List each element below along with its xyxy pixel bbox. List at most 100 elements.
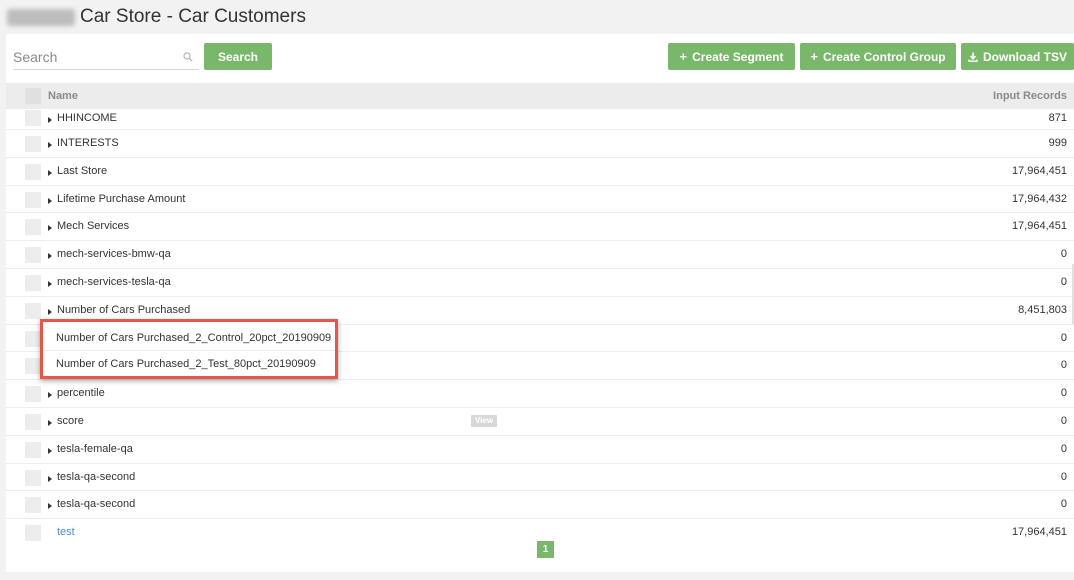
row-name: percentile — [57, 387, 105, 400]
create-control-group-button[interactable]: + Create Control Group — [800, 43, 956, 70]
row-name: score — [57, 414, 84, 427]
download-tsv-button[interactable]: Download TSV — [961, 43, 1074, 70]
caret-right-icon[interactable] — [48, 253, 52, 260]
row-checkbox[interactable] — [25, 441, 41, 458]
row-checkbox[interactable] — [25, 525, 41, 542]
view-badge[interactable]: View — [471, 414, 497, 427]
table-row[interactable]: mech-services-bmw-qa 0 — [6, 241, 1074, 269]
row-input-records: 0 — [1060, 359, 1067, 372]
row-name: tesla-qa-second — [57, 498, 136, 511]
row-input-records: 17,964,451 — [1011, 164, 1067, 177]
row-checkbox[interactable] — [25, 163, 41, 180]
table-row[interactable]: tesla-qa-second 0 — [6, 491, 1074, 520]
plus-icon: + — [679, 49, 688, 64]
table-header: Name Input Records — [6, 83, 1074, 109]
row-input-records: 999 — [1048, 137, 1067, 149]
row-input-records: 0 — [1060, 248, 1067, 261]
row-checkbox[interactable] — [25, 302, 41, 319]
caret-right-icon[interactable] — [48, 117, 52, 123]
caret-right-icon[interactable] — [48, 225, 52, 232]
highlight-callout: Number of Cars Purchased_2_Control_20pct… — [40, 319, 338, 379]
row-name: Number of Cars Purchased — [57, 303, 191, 316]
row-input-records: 0 — [1060, 414, 1067, 427]
caret-right-icon[interactable] — [48, 419, 52, 426]
row-input-records: 0 — [1060, 442, 1067, 455]
caret-right-icon[interactable] — [48, 169, 52, 176]
pagination-page-button[interactable]: 1 — [537, 541, 554, 558]
table-row[interactable]: Lifetime Purchase Amount 17,964,432 — [6, 186, 1074, 214]
create-control-group-label: Create Control Group — [822, 49, 946, 64]
caret-right-icon[interactable] — [48, 197, 52, 204]
caret-right-icon[interactable] — [48, 503, 52, 510]
row-name: Last Store — [57, 164, 108, 177]
row-input-records: 0 — [1060, 331, 1067, 344]
row-input-records: 0 — [1060, 498, 1067, 511]
table-row[interactable]: tesla-qa-second 0 — [6, 464, 1074, 492]
row-name: INTERESTS — [57, 137, 119, 149]
caret-right-icon[interactable] — [48, 142, 52, 148]
table-row[interactable]: HHINCOME 871 — [6, 109, 1074, 130]
row-name: HHINCOME — [57, 112, 117, 124]
column-header-input-records[interactable]: Input Records — [993, 90, 1067, 102]
row-input-records: 17,964,451 — [1011, 526, 1067, 539]
row-name: Mech Services — [57, 220, 130, 233]
row-name: mech-services-bmw-qa — [57, 248, 171, 261]
row-checkbox[interactable] — [25, 386, 41, 403]
table-row[interactable]: Mech Services 17,964,451 — [6, 213, 1074, 242]
row-checkbox[interactable] — [25, 413, 41, 430]
row-checkbox[interactable] — [25, 497, 41, 514]
row-input-records: 871 — [1048, 112, 1067, 124]
row-checkbox[interactable] — [25, 219, 41, 236]
row-input-records: 17,964,451 — [1011, 220, 1067, 233]
search-button[interactable]: Search — [204, 43, 272, 70]
row-checkbox[interactable] — [25, 330, 41, 347]
download-tsv-label: Download TSV — [983, 49, 1067, 64]
table-row[interactable]: percentile 0 — [6, 380, 1074, 408]
table-row[interactable]: tesla-female-qa 0 — [6, 436, 1074, 464]
table-row[interactable]: Last Store 17,964,451 — [6, 158, 1074, 186]
row-checkbox[interactable] — [25, 191, 41, 208]
create-segment-label: Create Segment — [692, 49, 784, 64]
page-title: Car Store - Car Customers — [80, 6, 306, 27]
search-box — [13, 44, 199, 70]
select-all-checkbox[interactable] — [25, 88, 41, 104]
row-checkbox[interactable] — [25, 136, 41, 152]
redacted-owner-name — [7, 9, 75, 26]
plus-icon: + — [810, 49, 818, 64]
download-icon — [968, 52, 978, 62]
row-name: tesla-female-qa — [57, 442, 133, 455]
caret-right-icon[interactable] — [48, 392, 52, 399]
highlighted-control-segment[interactable]: Number of Cars Purchased_2_Control_20pct… — [56, 332, 331, 344]
table-row[interactable]: mech-services-tesla-qa 0 — [6, 269, 1074, 297]
main-panel: Search + Create Segment + Create Control… — [6, 34, 1074, 572]
row-checkbox[interactable] — [25, 274, 41, 291]
row-name: Lifetime Purchase Amount — [57, 192, 186, 205]
segments-table: Name Input Records HHINCOME 871 INTEREST… — [6, 83, 1074, 547]
row-input-records: 17,964,432 — [1011, 192, 1067, 205]
callout-divider — [43, 350, 335, 351]
caret-right-icon[interactable] — [48, 447, 52, 454]
row-input-records: 0 — [1060, 470, 1067, 483]
search-button-label: Search — [217, 49, 259, 64]
column-header-name[interactable]: Name — [48, 90, 78, 102]
title-bar: Car Store - Car Customers — [0, 0, 1074, 34]
row-input-records: 0 — [1060, 387, 1067, 400]
row-input-records: 8,451,803 — [1018, 303, 1067, 316]
table-row[interactable]: INTERESTS 999 — [6, 130, 1074, 158]
row-name-link[interactable]: test — [57, 526, 75, 538]
row-checkbox[interactable] — [25, 110, 41, 126]
row-input-records: 0 — [1060, 275, 1067, 288]
highlighted-test-segment[interactable]: Number of Cars Purchased_2_Test_80pct_20… — [56, 358, 316, 370]
caret-right-icon[interactable] — [48, 475, 52, 482]
search-input[interactable] — [13, 46, 173, 68]
caret-right-icon[interactable] — [48, 280, 52, 287]
row-checkbox[interactable] — [25, 358, 41, 375]
row-checkbox[interactable] — [25, 469, 41, 486]
table-row[interactable]: score View 0 — [6, 408, 1074, 436]
row-checkbox[interactable] — [25, 247, 41, 264]
row-name: tesla-qa-second — [57, 470, 136, 483]
create-segment-button[interactable]: + Create Segment — [668, 43, 795, 70]
caret-right-icon[interactable] — [48, 308, 52, 315]
row-name: mech-services-tesla-qa — [57, 275, 171, 288]
search-icon — [183, 52, 193, 62]
